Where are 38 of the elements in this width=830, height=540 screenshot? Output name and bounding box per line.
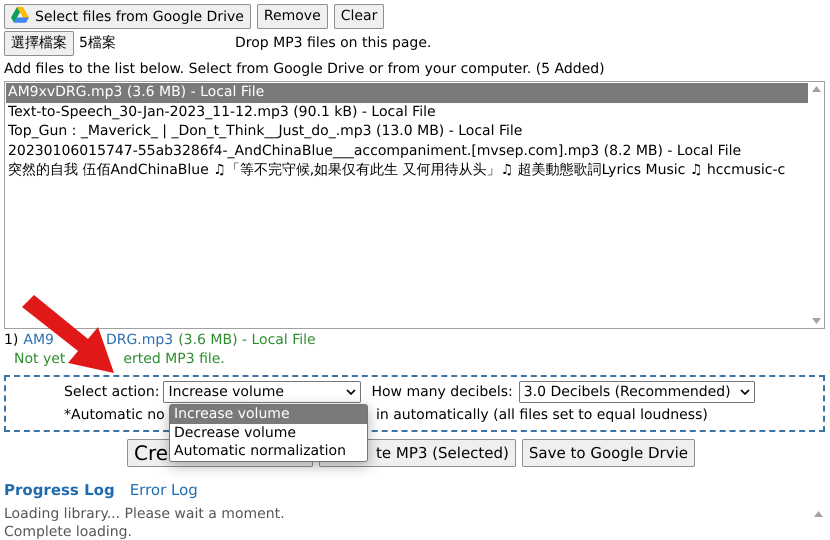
action-label: Select action: [64,382,160,402]
log-tab[interactable]: Progress Log [4,481,115,500]
save-drive-button[interactable]: Save to Google Drvie [522,439,695,467]
log-line: Loading library... Please wait a moment. [4,505,286,523]
drive-button[interactable]: Select files from Google Drive [4,4,251,29]
file-name-link[interactable]: DRG.mp3 [106,331,174,350]
clear-button[interactable]: Clear [334,4,384,29]
file-list-item[interactable]: Top_Gun : _Maverick_ | _Don_t_Think__Just_do_.mp3 (13.0 MB) - Local File [6,122,808,142]
drive-icon [11,6,29,22]
chevron-down-icon [740,389,750,395]
note-text: *Automatic no [64,406,165,425]
file-list-item[interactable]: Text-to-Speech_30-Jan-2023_11-12.mp3 (90.1 kB) - Local File [6,102,808,122]
status-text: erted MP3 file. [123,350,225,369]
file-count: 5檔案 [79,34,117,53]
action-select[interactable]: Increase volume [163,381,362,403]
decibels-select[interactable]: 3.0 Decibels (Recommended) [518,381,755,403]
file-index: 1) [4,331,18,350]
decibels-label: How many decibels: [371,382,513,402]
scroll-up-icon[interactable] [812,86,820,92]
file-list-item[interactable]: 20230106015747-55ab3286f4-_AndChinaBlue___accompaniment.[mvsep.com].mp3 (8.2 MB) - Local File [6,142,808,161]
scroll-up-icon[interactable] [814,511,823,517]
status-text: Not yet [14,350,66,369]
drop-hint: Drop MP3 files on this page. [235,34,432,53]
file-list-item[interactable]: 突然的自我 伍佰AndChinaBlue ♫「等不完守候,如果仅有此生 又何用待从头」♫ 超美動態歌詞Lyrics Music ♫ hccmusic-c [6,161,808,180]
instructions-text: Add files to the list below. Select from Google Drive or from your computer. (5 Added) [3,60,606,79]
remove-button[interactable]: Remove [256,4,328,29]
choose-files-button[interactable]: 選擇檔案 [4,31,74,56]
file-list[interactable] [4,81,825,329]
log-tab[interactable]: Error Log [130,481,198,500]
file-list-item[interactable]: AM9xvDRG.mp3 (3.6 MB) - Local File [6,83,808,102]
chevron-down-icon [346,389,356,395]
file-name-link[interactable]: AM9 [23,331,54,350]
dropdown-option[interactable]: Decrease volume [170,424,367,442]
file-details: (3.6 MB) - Local File [178,331,316,350]
dropdown-option[interactable]: Increase volume [170,405,367,424]
note-text: in automatically (all files set to equal loudness) [376,406,709,425]
scroll-down-icon[interactable] [812,318,820,324]
log-line: Complete loading. [4,523,133,540]
